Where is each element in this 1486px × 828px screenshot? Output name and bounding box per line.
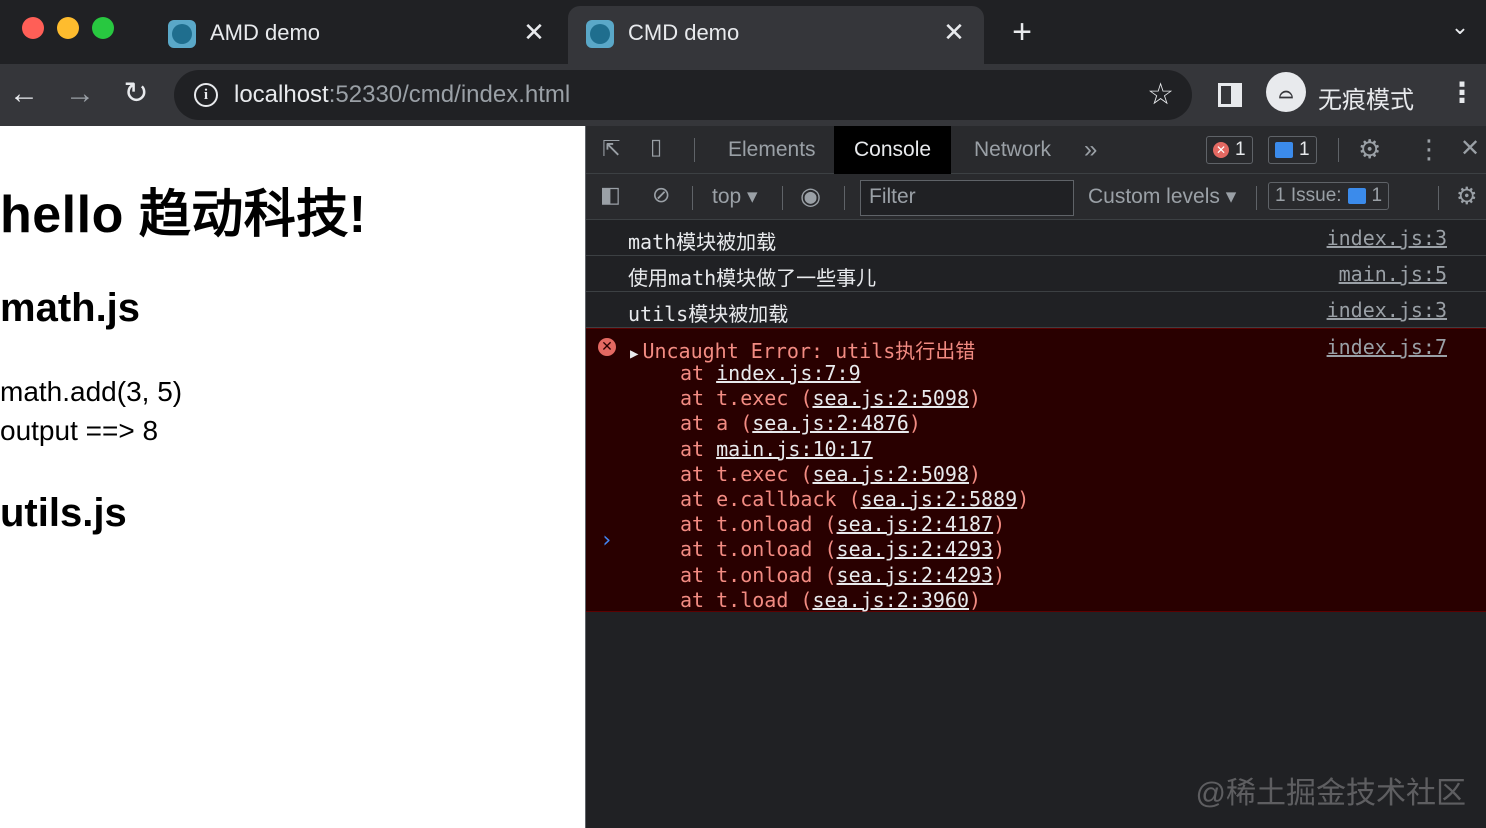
close-icon[interactable]: ✕ xyxy=(1460,134,1480,163)
chevron-down-icon[interactable]: ⌄ xyxy=(1442,14,1478,40)
incognito-icon[interactable]: ⌓ xyxy=(1266,72,1306,112)
minimize-window-button[interactable] xyxy=(57,17,79,39)
more-vertical-icon[interactable]: ⋮ xyxy=(1448,76,1476,109)
address-bar[interactable]: i localhost:52330/cmd/index.html ☆ xyxy=(174,70,1192,120)
stack-frame: at main.js:10:17 xyxy=(680,436,873,461)
issue-icon xyxy=(1347,188,1366,204)
math-add-text: math.add(3, 5) xyxy=(0,376,183,407)
math-output-text: output ==> 8 xyxy=(0,415,159,446)
error-expand-toggle[interactable]: ▶ Uncaught Error: utils执行出错 xyxy=(630,335,975,364)
favicon-icon xyxy=(586,20,614,48)
more-vertical-icon[interactable]: ⋮ xyxy=(1416,134,1442,165)
tab-strip: AMD demo ✕ CMD demo ✕ + ⌄ xyxy=(0,0,1486,64)
close-icon[interactable]: ✕ xyxy=(518,16,550,48)
favicon-icon xyxy=(168,20,196,48)
tab-amd-demo[interactable]: AMD demo ✕ xyxy=(150,6,564,64)
stack-frame: at t.onload (sea.js:2:4187) xyxy=(680,512,1006,537)
stack-source-link[interactable]: sea.js:2:4293 xyxy=(837,537,994,561)
error-count-badge[interactable]: ✕ 1 xyxy=(1206,136,1253,164)
stack-source-link[interactable]: sea.js:2:3960 xyxy=(812,588,969,612)
source-link[interactable]: index.js:3 xyxy=(1327,226,1447,250)
watermark: @稀土掘金技术社区 xyxy=(1195,777,1466,810)
stack-source-link[interactable]: sea.js:2:4293 xyxy=(837,563,994,587)
error-icon: ✕ xyxy=(598,338,616,356)
sidebar-toggle-icon[interactable]: ◧ xyxy=(600,182,621,208)
tab-network[interactable]: Network xyxy=(954,126,1071,174)
utils-heading: utils.js xyxy=(0,491,127,535)
console-output: math模块被加载 index.js:3 使用math模块做了一些事儿 main… xyxy=(586,220,1486,612)
info-icon[interactable]: i xyxy=(194,83,218,107)
page-viewport: hello 趋动科技! math.js math.add(3, 5) outpu… xyxy=(0,126,585,828)
filter-input[interactable]: Filter xyxy=(860,180,1074,216)
incognito-label[interactable]: 无痕模式 xyxy=(1318,80,1414,115)
stack-frame: at t.onload (sea.js:2:4293) xyxy=(680,562,1006,587)
source-link[interactable]: index.js:7 xyxy=(1327,335,1447,359)
gear-icon[interactable]: ⚙ xyxy=(1358,134,1381,165)
inspect-element-icon[interactable]: ⇱ xyxy=(602,136,620,162)
console-message: math模块被加载 index.js:3 xyxy=(586,220,1486,256)
stack-trace: at index.js:7:9 at t.exec (sea.js:2:5098)… xyxy=(680,361,1029,613)
gear-icon[interactable]: ⚙ xyxy=(1456,182,1478,211)
eye-icon[interactable]: ◉ xyxy=(800,182,821,211)
stack-frame: at t.exec (sea.js:2:5098) xyxy=(680,461,982,486)
tab-console[interactable]: Console xyxy=(834,126,952,174)
stack-frame: at a (sea.js:2:4876) xyxy=(680,411,921,436)
issues-button[interactable]: 1 Issue: 1 xyxy=(1268,182,1390,210)
stack-source-link[interactable]: sea.js:2:5098 xyxy=(812,462,969,486)
math-heading: math.js xyxy=(0,286,141,330)
stack-source-link[interactable]: sea.js:2:5889 xyxy=(861,487,1018,511)
new-tab-button[interactable]: + xyxy=(1004,14,1040,50)
stack-source-link[interactable]: main.js:10:17 xyxy=(716,437,873,461)
stack-frame: at e.callback (sea.js:2:5889) xyxy=(680,486,1030,511)
clear-console-icon[interactable]: ⊘ xyxy=(652,182,670,208)
back-button[interactable]: ← xyxy=(6,76,42,112)
source-link[interactable]: index.js:3 xyxy=(1327,298,1447,322)
stack-source-link[interactable]: sea.js:2:5098 xyxy=(812,386,969,410)
tab-elements[interactable]: Elements xyxy=(708,126,836,174)
error-icon: ✕ xyxy=(1213,142,1229,158)
device-toolbar-icon[interactable]: ▯ xyxy=(650,134,662,160)
message-icon xyxy=(1275,142,1293,158)
context-selector[interactable]: top ▾ xyxy=(712,184,758,209)
console-filter-bar: ◧ ⊘ top ▾ ◉ Filter Custom levels ▾ 1 Iss… xyxy=(586,174,1486,220)
maximize-window-button[interactable] xyxy=(92,17,114,39)
devtools-panel: ⇱ ▯ Elements Console Network » ✕ 1 1 ⚙ ⋮… xyxy=(585,126,1486,828)
more-tabs-icon[interactable]: » xyxy=(1070,126,1111,174)
tab-title: AMD demo xyxy=(210,20,321,45)
stack-frame: at t.onload (sea.js:2:4293) xyxy=(680,537,1006,562)
message-count-badge[interactable]: 1 xyxy=(1268,136,1317,164)
console-message: utils模块被加载 index.js:3 xyxy=(586,292,1486,328)
stack-source-link[interactable]: sea.js:2:4187 xyxy=(837,512,994,536)
forward-button[interactable]: → xyxy=(62,76,98,112)
close-window-button[interactable] xyxy=(22,17,44,39)
stack-frame: at t.exec (sea.js:2:5098) xyxy=(680,386,982,411)
url-text[interactable]: localhost:52330/cmd/index.html xyxy=(234,81,570,109)
page-heading: hello 趋动科技! xyxy=(0,186,367,244)
reload-button[interactable]: ↻ xyxy=(118,76,154,112)
tab-cmd-demo[interactable]: CMD demo ✕ xyxy=(568,6,984,64)
close-icon[interactable]: ✕ xyxy=(938,16,970,48)
console-message: 使用math模块做了一些事儿 main.js:5 xyxy=(586,256,1486,292)
console-error: ✕ ▶ Uncaught Error: utils执行出错 index.js:7 … xyxy=(586,328,1486,612)
browser-toolbar: ← → ↻ i localhost:52330/cmd/index.html ☆… xyxy=(0,64,1486,126)
stack-frame: at index.js:7:9 xyxy=(680,361,861,385)
tab-title: CMD demo xyxy=(628,20,740,45)
console-prompt[interactable]: › xyxy=(600,528,613,553)
source-link[interactable]: main.js:5 xyxy=(1339,262,1447,286)
side-panel-icon[interactable] xyxy=(1218,83,1242,107)
log-levels-dropdown[interactable]: Custom levels ▾ xyxy=(1088,184,1236,209)
bookmark-star-icon[interactable]: ☆ xyxy=(1147,77,1174,112)
devtools-tab-bar: ⇱ ▯ Elements Console Network » ✕ 1 1 ⚙ ⋮… xyxy=(586,126,1486,174)
stack-source-link[interactable]: index.js:7:9 xyxy=(716,361,861,385)
stack-source-link[interactable]: sea.js:2:4876 xyxy=(752,411,909,435)
stack-frame: at t.load (sea.js:2:3960) xyxy=(680,587,982,612)
